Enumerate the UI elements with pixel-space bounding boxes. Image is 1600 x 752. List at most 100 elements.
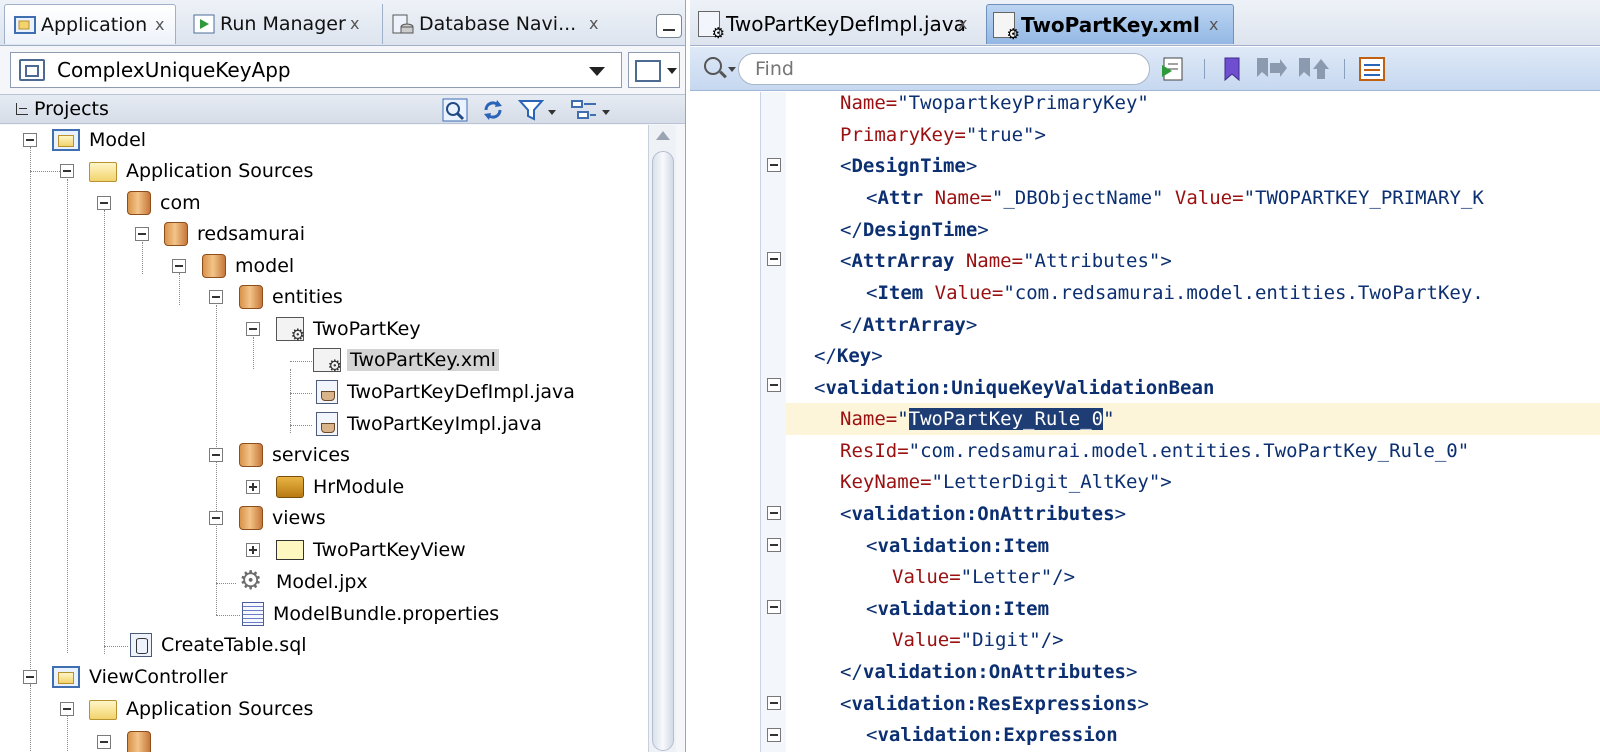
tree-node-application-sources[interactable]: Application Sources xyxy=(89,156,316,186)
close-icon[interactable]: x xyxy=(1209,15,1218,34)
collapse-toggle-icon[interactable] xyxy=(135,227,149,241)
tree-node-package-views[interactable]: views xyxy=(239,503,329,533)
tree-node-package-model[interactable]: model xyxy=(202,251,297,281)
code-line: <AttrArray Name="Attributes"> xyxy=(840,245,1172,277)
tree-scrollbar[interactable] xyxy=(648,125,676,752)
tree-node-package-partial[interactable] xyxy=(127,728,157,752)
fold-toggle-icon[interactable] xyxy=(767,378,781,392)
scroll-up-icon[interactable] xyxy=(656,131,670,140)
tree-node-package-com[interactable]: com xyxy=(127,188,204,218)
xml-bracket: > xyxy=(965,314,978,336)
collapse-toggle-icon[interactable] xyxy=(246,322,260,336)
tree-node-twopartkeyview[interactable]: TwoPartKeyView xyxy=(276,535,469,565)
fold-toggle-icon[interactable] xyxy=(767,696,781,710)
scrollbar-thumb[interactable] xyxy=(652,151,674,751)
fold-toggle-icon[interactable] xyxy=(767,600,781,614)
xml-bracket: < xyxy=(840,693,852,715)
tree-node-package-redsamurai[interactable]: redsamurai xyxy=(164,219,308,249)
tree-guide-line xyxy=(216,615,240,616)
xml-value: "com.redsamurai.model.entities.TwoPartKe… xyxy=(1003,282,1484,304)
toggle-overview-icon[interactable] xyxy=(1358,55,1386,83)
tree-node-twopartkeydefimpl-java[interactable]: TwoPartKeyDefImpl.java xyxy=(316,377,578,407)
search-icon[interactable] xyxy=(442,98,468,122)
tree-node-viewcontroller-project[interactable]: ViewController xyxy=(52,662,231,692)
search-icon[interactable] xyxy=(704,57,722,75)
fold-toggle-icon[interactable] xyxy=(767,538,781,552)
find-in-files-icon[interactable] xyxy=(1160,55,1188,83)
expand-toggle-icon[interactable] xyxy=(246,480,260,494)
tree-node-package-entities[interactable]: entities xyxy=(239,282,346,312)
application-selector[interactable]: ComplexUniqueKeyApp xyxy=(10,52,622,88)
code-line: <DesignTime> xyxy=(840,150,977,182)
tab-database-navigator[interactable]: Database Navi... x xyxy=(382,4,614,44)
application-selector-value: ComplexUniqueKeyApp xyxy=(57,58,291,82)
project-tree[interactable]: Model Application Sources com redsamurai… xyxy=(0,125,648,752)
xml-bracket: > xyxy=(1034,124,1046,146)
application-menu-button[interactable] xyxy=(628,52,680,88)
xml-value: "Letter" xyxy=(960,566,1053,588)
collapse-toggle-icon[interactable] xyxy=(23,670,37,684)
collapse-toggle-icon[interactable] xyxy=(97,735,111,749)
collapse-toggle-icon[interactable] xyxy=(209,448,223,462)
tab-application[interactable]: Application x xyxy=(4,4,176,44)
projects-panel-title: Projects xyxy=(34,98,109,120)
next-bookmark-icon[interactable] xyxy=(1254,55,1288,83)
close-icon[interactable]: x xyxy=(350,14,359,33)
tree-node-twopartkeyimpl-java[interactable]: TwoPartKeyImpl.java xyxy=(316,409,545,439)
tree-node-label: Application Sources xyxy=(126,160,314,182)
collapse-panel-icon[interactable] xyxy=(16,103,28,115)
tree-guide-line xyxy=(30,685,31,752)
xml-tag: validation:OnAttributes xyxy=(851,503,1115,525)
tree-guide-line xyxy=(216,583,236,584)
code-line: ResId="com.redsamurai.model.entities.Two… xyxy=(840,435,1469,467)
close-icon[interactable]: x xyxy=(958,14,967,33)
view-object-icon xyxy=(276,540,304,560)
tree-node-package-services[interactable]: services xyxy=(239,440,353,470)
tree-node-modelbundle-properties[interactable]: ModelBundle.properties xyxy=(242,599,502,629)
collapse-toggle-icon[interactable] xyxy=(209,511,223,525)
tree-node-hrmodule[interactable]: HrModule xyxy=(276,472,407,502)
tree-node-createtable-sql[interactable]: CreateTable.sql xyxy=(130,630,310,660)
xml-code-editor[interactable]: Name="TwopartkeyPrimaryKey" PrimaryKey="… xyxy=(786,92,1600,752)
xml-tag: DesignTime xyxy=(851,155,966,177)
filter-icon[interactable] xyxy=(517,98,558,122)
selected-text[interactable]: TwoPartKey_Rule_0 xyxy=(908,408,1104,430)
bookmark-icon[interactable] xyxy=(1218,55,1246,83)
xml-bracket: > xyxy=(977,219,989,241)
collapse-toggle-icon[interactable] xyxy=(97,196,111,210)
tab-twopartkey-xml[interactable]: TwoPartKey.xml x xyxy=(986,4,1234,44)
xml-bracket: > xyxy=(871,345,883,367)
collapse-toggle-icon[interactable] xyxy=(23,133,37,147)
tree-guide-line xyxy=(30,171,62,172)
tab-run-manager[interactable]: Run Manager x xyxy=(184,4,374,44)
xml-attribute: Name= xyxy=(840,92,898,114)
collapse-toggle-icon[interactable] xyxy=(60,164,74,178)
chevron-down-icon[interactable] xyxy=(728,67,736,72)
view-options-icon[interactable] xyxy=(570,98,616,122)
collapse-toggle-icon[interactable] xyxy=(172,259,186,273)
refresh-icon[interactable] xyxy=(480,98,506,122)
fold-toggle-icon[interactable] xyxy=(767,158,781,172)
collapse-toggle-icon[interactable] xyxy=(209,290,223,304)
collapse-toggle-icon[interactable] xyxy=(60,702,74,716)
close-icon[interactable]: x xyxy=(589,14,598,33)
fold-toggle-icon[interactable] xyxy=(767,506,781,520)
minimize-button[interactable] xyxy=(656,14,682,38)
chevron-down-icon[interactable] xyxy=(589,67,605,76)
fold-toggle-icon[interactable] xyxy=(767,728,781,742)
tree-node-twopartkey-xml[interactable]: TwoPartKey.xml xyxy=(313,345,499,375)
tree-node-model-project[interactable]: Model xyxy=(52,125,149,155)
previous-bookmark-icon[interactable] xyxy=(1296,55,1330,83)
tree-node-entity-twopartkey[interactable]: TwoPartKey xyxy=(276,314,424,344)
tree-node-label: Model.jpx xyxy=(276,571,368,593)
xml-attribute: PrimaryKey= xyxy=(840,124,966,146)
xml-attribute: ResId= xyxy=(840,440,909,462)
tree-node-label: entities xyxy=(272,286,343,308)
find-input[interactable] xyxy=(738,53,1150,85)
tree-node-application-sources[interactable]: Application Sources xyxy=(89,694,316,724)
tab-twopartkeydefimpl-java[interactable]: TwoPartKeyDefImpl.java x xyxy=(692,4,982,44)
fold-toggle-icon[interactable] xyxy=(767,252,781,266)
tree-node-model-jpx[interactable]: Model.jpx xyxy=(239,566,371,597)
expand-toggle-icon[interactable] xyxy=(246,543,260,557)
close-icon[interactable]: x xyxy=(155,15,164,34)
